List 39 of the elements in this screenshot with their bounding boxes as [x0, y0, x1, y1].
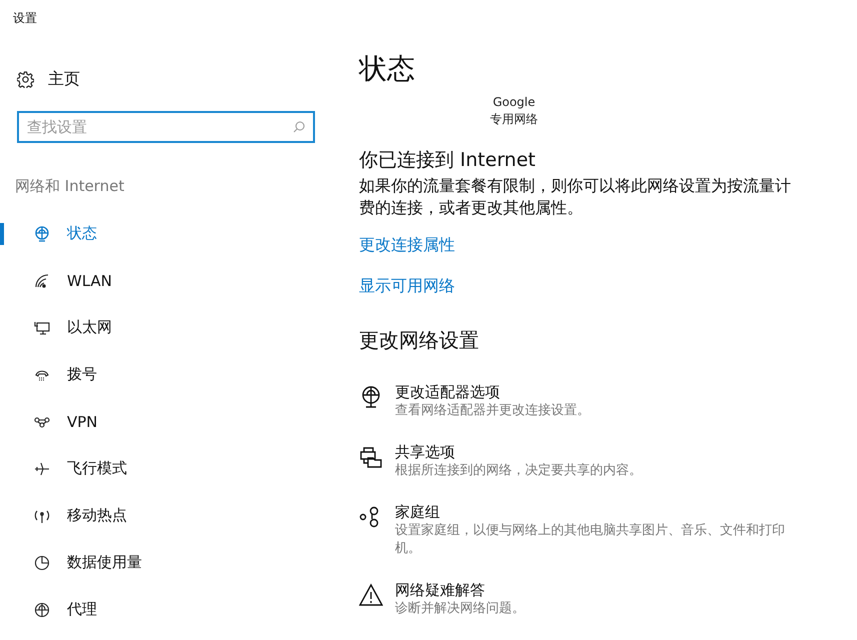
option-description: 设置家庭组，以便与网络上的其他电脑共享图片、音乐、文件和打印机。: [395, 522, 786, 558]
nav-item[interactable]: 移动热点: [0, 492, 340, 539]
nav-item[interactable]: 代理: [0, 586, 340, 633]
proxy-icon: [34, 602, 50, 618]
page-title: 状态: [359, 51, 416, 87]
printer-folder-icon: [359, 445, 383, 469]
nav-item[interactable]: 状态: [0, 210, 340, 257]
globe-monitor-icon: [34, 226, 50, 242]
option-title[interactable]: 更改适配器选项: [395, 382, 795, 402]
data-icon: [34, 554, 50, 570]
network-name: Google: [492, 94, 536, 111]
section-heading: 更改网络设置: [359, 327, 480, 354]
option-title[interactable]: 家庭组: [395, 502, 795, 522]
section-label: 网络和 Internet: [15, 177, 126, 197]
option-description: 诊断并解决网络问题。: [395, 600, 526, 618]
ethernet-icon: [34, 320, 50, 336]
home-link[interactable]: 主页: [48, 68, 80, 90]
nav-item[interactable]: 拨号: [0, 351, 340, 398]
option-title[interactable]: 网络疑难解答: [395, 580, 795, 600]
status-heading: 你已连接到 Internet: [359, 148, 536, 173]
network-type: 专用网络: [490, 111, 538, 128]
search-icon: [293, 121, 305, 133]
nav-item[interactable]: 飞行模式: [0, 445, 340, 492]
airplane-icon: [34, 460, 50, 476]
search-field[interactable]: 查找设置: [17, 111, 315, 143]
link[interactable]: 更改连接属性: [359, 235, 455, 256]
option-description: 查看网络适配器并更改连接设置。: [395, 402, 591, 420]
wifi-icon: [34, 272, 50, 288]
nav-item[interactable]: 数据使用量: [0, 539, 340, 586]
status-text: 如果你的流量套餐有限制，则你可以将此网络设置为按流量计费的连接，或者更改其他属性。: [359, 175, 792, 219]
nav-item[interactable]: 以太网: [0, 304, 340, 351]
option-description: 根据所连接到的网络，决定要共享的内容。: [395, 462, 643, 480]
settings-icon: [17, 70, 34, 88]
option-title[interactable]: 共享选项: [395, 442, 795, 462]
link[interactable]: 显示可用网络: [359, 276, 455, 297]
window-title: 设置: [12, 10, 38, 27]
warning-icon: [359, 583, 383, 607]
nav-item[interactable]: WLAN: [0, 257, 340, 304]
nav-item[interactable]: VPN: [0, 398, 340, 445]
